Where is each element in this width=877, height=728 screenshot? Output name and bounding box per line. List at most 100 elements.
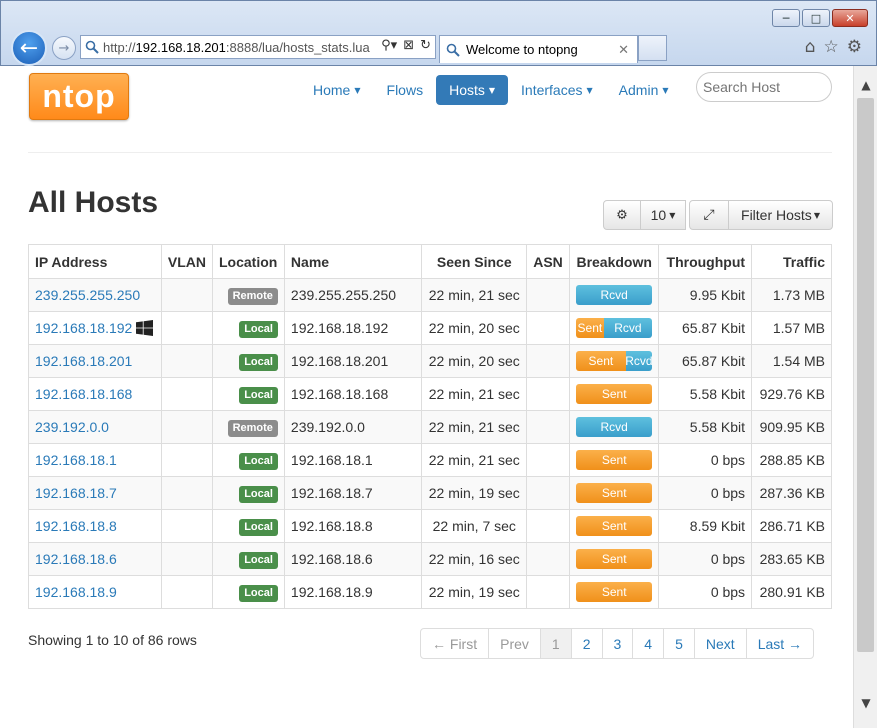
column-header-location[interactable]: Location [211,244,285,279]
host-ip-link[interactable]: 192.168.18.201 [35,353,132,369]
column-header-name[interactable]: Name [283,244,423,279]
column-header-traffic[interactable]: Traffic [751,244,832,279]
traffic-cell: 287.36 KB [751,476,832,510]
back-button[interactable]: ← [11,30,47,66]
column-header-asn[interactable]: ASN [526,244,571,279]
column-header-breakdown[interactable]: Breakdown [569,244,660,279]
table-row: 239.255.255.250 Remote 239.255.255.250 22 m… [28,278,832,312]
host-ip-link[interactable]: 192.168.18.168 [35,386,132,402]
asn-cell [526,575,571,609]
hosts-table: IP Address VLAN Location Name Seen Since… [28,244,832,609]
home-icon[interactable]: ⌂ [805,37,816,57]
page-5-button[interactable]: 5 [663,628,695,659]
column-header-vlan[interactable]: VLAN [160,244,213,279]
nav-flows[interactable]: Flows [374,75,437,105]
vertical-scrollbar[interactable]: ▲ ▼ [853,66,877,728]
page-size-dropdown[interactable]: 10 ▼ [640,200,686,230]
url-path: :8888/lua/hosts_stats.lua [225,39,370,55]
ntop-logo[interactable]: ntop [29,73,129,120]
forward-button[interactable]: → [52,36,76,60]
location-cell: Local [211,377,285,411]
seen-since-cell: 22 min, 19 sec [421,476,528,510]
page-1-button[interactable]: 1 [539,628,572,659]
refresh-icon[interactable]: ↻ [420,38,431,53]
search-icon [85,40,99,54]
vlan-cell [160,344,213,378]
address-bar[interactable]: http://192.168.18.201:8888/lua/hosts_sta… [80,35,436,59]
minimize-button[interactable]: ─ [772,9,800,27]
page-2-button[interactable]: 2 [570,628,603,659]
host-ip-link[interactable]: 192.168.18.9 [35,584,117,600]
column-header-seen-since[interactable]: Seen Since [421,244,528,279]
close-button[interactable]: ✕ [832,9,868,27]
filter-hosts-dropdown[interactable]: Filter Hosts ▼ [728,200,833,230]
settings-icon[interactable]: ⚙ [847,37,862,57]
pagination: ← First Prev 1 2 3 4 5 Next Last → [420,628,815,659]
table-settings-button[interactable]: ⚙ [603,200,641,230]
breakdown-cell: Sent [569,542,660,576]
vlan-cell [160,377,213,411]
scroll-up-icon[interactable]: ▲ [854,74,877,96]
breakdown-bar: Sent [576,483,653,503]
page-last-button[interactable]: Last → [745,628,815,659]
location-badge: Remote [227,287,278,305]
caret-down-icon: ▼ [662,85,669,95]
ip-cell: 192.168.18.7 [28,476,162,510]
throughput-cell: 8.59 Kbit [658,509,753,543]
asn-cell [526,311,571,345]
tab-close-icon[interactable]: ✕ [618,42,629,58]
browser-toolbar-icons: ⌂ ☆ ⚙ [805,37,862,57]
name-cell: 192.168.18.1 [283,443,423,477]
nav-home[interactable]: Home ▼ [300,75,374,105]
host-ip-link[interactable]: 192.168.18.1 [35,452,117,468]
column-header-throughput[interactable]: Throughput [658,244,753,279]
scroll-down-icon[interactable]: ▼ [854,692,877,714]
page-next-button[interactable]: Next [693,628,747,659]
nav-interfaces-label: Interfaces [521,82,583,98]
host-ip-link[interactable]: 192.168.18.8 [35,518,117,534]
table-row: 192.168.18.6 Local 192.168.18.6 22 min, 16 … [28,542,832,576]
nav-hosts[interactable]: Hosts ▼ [436,75,509,105]
nav-interfaces[interactable]: Interfaces ▼ [508,75,606,105]
vlan-cell [160,542,213,576]
page-first-button[interactable]: ← First [420,628,490,659]
rcvd-segment: Rcvd [603,318,653,338]
location-badge: Local [239,353,278,371]
page-prev-button[interactable]: Prev [488,628,541,659]
table-header-row: IP Address VLAN Location Name Seen Since… [28,244,832,279]
asn-cell [526,278,571,312]
asn-cell [526,509,571,543]
favorites-icon[interactable]: ☆ [824,37,839,57]
seen-since-cell: 22 min, 21 sec [421,278,528,312]
page-4-button[interactable]: 4 [632,628,665,659]
host-ip-link[interactable]: 192.168.18.7 [35,485,117,501]
breakdown-bar: Sent [576,450,653,470]
asn-cell [526,443,571,477]
host-ip-link[interactable]: 192.168.18.6 [35,551,117,567]
page-3-button[interactable]: 3 [601,628,634,659]
table-row: 192.168.18.1 Local 192.168.18.1 22 min, 21 … [28,443,832,477]
table-row: 192.168.18.7 Local 192.168.18.7 22 min, 19 … [28,476,832,510]
sent-segment: Sent [576,450,653,470]
search-host-input[interactable] [696,72,832,102]
compat-view-icon[interactable]: ⊠ [403,38,414,53]
asn-cell [526,344,571,378]
seen-since-cell: 22 min, 21 sec [421,410,528,444]
nav-admin[interactable]: Admin ▼ [606,75,682,105]
search-dropdown-icon[interactable]: ⚲▾ [381,38,397,53]
expand-button[interactable]: ⤢ [689,200,729,230]
vlan-cell [160,476,213,510]
host-ip-link[interactable]: 239.192.0.0 [35,419,109,435]
column-header-ip[interactable]: IP Address [28,244,162,279]
address-tools: ⚲▾ ⊠ ↻ [377,38,431,53]
browser-tab[interactable]: Welcome to ntopng ✕ [439,35,638,63]
host-ip-link[interactable]: 239.255.255.250 [35,287,140,303]
scroll-thumb[interactable] [857,98,874,652]
ip-cell: 192.168.18.192 [28,311,162,345]
location-cell: Local [211,443,285,477]
new-tab-button[interactable] [638,35,667,61]
location-badge: Local [239,452,278,470]
breakdown-cell: Sent [569,476,660,510]
maximize-button[interactable]: □ [802,9,830,27]
host-ip-link[interactable]: 192.168.18.192 [35,320,132,336]
